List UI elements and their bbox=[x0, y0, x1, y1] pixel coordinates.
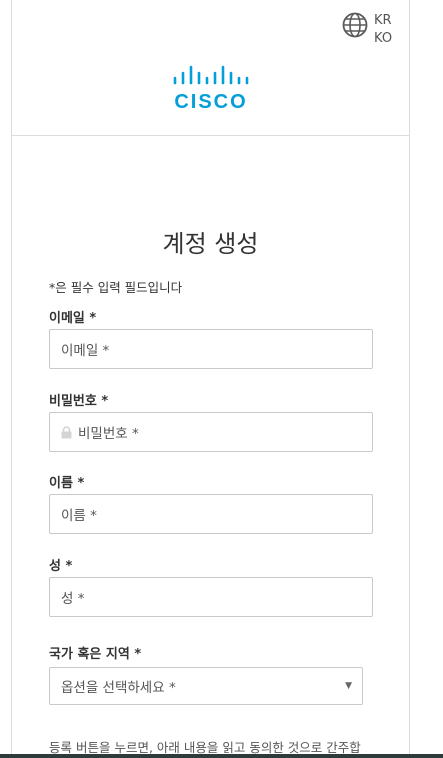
password-placeholder: 비밀번호 * bbox=[78, 426, 139, 442]
dropdown-arrow-icon: ▼ bbox=[345, 681, 352, 691]
cisco-logo-icon bbox=[173, 65, 249, 85]
email-placeholder: 이메일 * bbox=[61, 343, 110, 359]
first-name-field[interactable]: 이름 * bbox=[49, 494, 373, 534]
cisco-logo[interactable]: CISCO bbox=[171, 65, 251, 113]
country-select[interactable]: 옵션을 선택하세요 * ▼ bbox=[49, 667, 363, 705]
signup-panel: KR KO CISCO 계정 생성 *은 필수 입력 필드입니다 이메일 * 이… bbox=[11, 0, 410, 758]
language-codes: KR KO bbox=[374, 12, 392, 48]
cisco-logo-text: CISCO bbox=[174, 91, 248, 113]
bottom-bar bbox=[0, 754, 443, 758]
globe-icon bbox=[342, 12, 368, 38]
page-title: 계정 생성 bbox=[162, 230, 259, 258]
last-name-label: 성 * bbox=[49, 559, 73, 574]
email-label: 이메일 * bbox=[49, 311, 97, 326]
first-name-placeholder: 이름 * bbox=[61, 508, 97, 524]
password-label: 비밀번호 * bbox=[49, 394, 109, 409]
email-field[interactable]: 이메일 * bbox=[49, 329, 373, 369]
last-name-placeholder: 성 * bbox=[61, 591, 85, 607]
first-name-label: 이름 * bbox=[49, 476, 85, 491]
last-name-field[interactable]: 성 * bbox=[49, 577, 373, 617]
language-code: KO bbox=[374, 31, 393, 46]
lock-icon bbox=[61, 425, 72, 439]
country-label: 국가 혹은 지역 * bbox=[49, 647, 142, 662]
header: KR KO CISCO bbox=[12, 0, 409, 136]
required-note: *은 필수 입력 필드입니다 bbox=[49, 280, 183, 295]
language-region: KR bbox=[374, 13, 392, 28]
country-select-value: 옵션을 선택하세요 * bbox=[61, 680, 176, 696]
password-field[interactable]: 비밀번호 * bbox=[49, 412, 373, 452]
language-selector[interactable]: KR KO bbox=[342, 12, 392, 48]
